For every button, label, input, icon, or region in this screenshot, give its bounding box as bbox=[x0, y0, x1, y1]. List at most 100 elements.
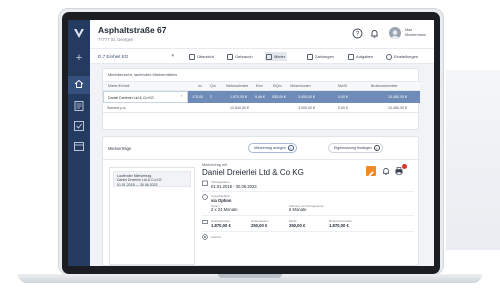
settings-icon bbox=[386, 53, 392, 60]
reminder-bell-icon[interactable] bbox=[381, 166, 391, 176]
column-header[interactable]: Bruttowarmmiete bbox=[371, 84, 397, 88]
pencil-icon bbox=[368, 171, 374, 177]
column-header[interactable]: Qm bbox=[210, 84, 216, 88]
page-header: Asphaltstraße 67 77777 St. Georgen ? Max… bbox=[90, 20, 434, 49]
add-icon[interactable]: + bbox=[73, 52, 85, 64]
deposit-label: Kaution bbox=[211, 235, 222, 239]
svg-text:?: ? bbox=[356, 32, 360, 38]
sidebar-item-home[interactable] bbox=[68, 76, 90, 94]
table-row-sum: Summe p.a. 12.840,00 € 3.000,00 € 0,00 €… bbox=[103, 103, 420, 113]
edit-button[interactable] bbox=[366, 166, 376, 177]
add-contract-button[interactable]: Mietvertrag anlegen + bbox=[248, 143, 297, 153]
per-qm-value: 935,00 € bbox=[272, 94, 286, 99]
gross-value: 1.870,00 € bbox=[329, 223, 349, 228]
unit-value: 170,00 bbox=[192, 94, 203, 99]
divider bbox=[202, 191, 414, 192]
rent-overview-title: Mietübersicht, laufendes Mietverhältnis bbox=[108, 72, 178, 77]
list-item[interactable]: Laufender Mietvertrag Daniel Dreierlei L… bbox=[113, 171, 191, 187]
contracts-card: Mietverträge Mietvertrag anlegen + Eigen… bbox=[102, 136, 420, 266]
table-header: Mieter/Einheit m² Qm Nettokaltmiete €/m²… bbox=[103, 81, 420, 91]
stage: + Asphaltstraße 67 77777 St. Georgen ? M… bbox=[0, 0, 500, 291]
user-avatar[interactable] bbox=[389, 27, 401, 39]
tab-tenants[interactable]: Mieter bbox=[265, 52, 288, 61]
column-header[interactable]: €/Qm bbox=[273, 84, 282, 88]
detail-label: Mietvertrag mit bbox=[202, 163, 228, 167]
tab-usage[interactable]: Gebrauch bbox=[226, 52, 255, 61]
background-window bbox=[446, 70, 500, 250]
tab-settings[interactable]: Einstellungen bbox=[385, 52, 420, 61]
user-avatar-icon bbox=[390, 30, 400, 39]
chevron-down-icon: ▾ bbox=[171, 53, 174, 59]
net-value: 1.870,00 € bbox=[211, 223, 231, 228]
tab-overview[interactable]: Übersicht bbox=[188, 52, 216, 61]
column-header[interactable]: Nebenkosten bbox=[290, 84, 311, 88]
column-header[interactable]: Mieter/Einheit bbox=[108, 84, 129, 88]
payment-value: 6 Monate bbox=[289, 207, 307, 212]
period-value: 01.01.2018 - 30.06.2023 bbox=[211, 184, 257, 189]
app-logo-icon[interactable] bbox=[73, 27, 85, 39]
net-rent-value: 1.870,00 € bbox=[230, 94, 247, 99]
property-address: 77777 St. Georgen bbox=[98, 37, 134, 42]
divider bbox=[103, 159, 420, 160]
checklist-icon[interactable] bbox=[73, 120, 85, 132]
contract-period: 01.01.2018 — 30.06.2023 bbox=[117, 182, 158, 187]
notification-bell-icon[interactable] bbox=[369, 28, 380, 39]
calendar-icon bbox=[202, 180, 208, 186]
gross-value: 10.480,00 € bbox=[388, 94, 407, 99]
chevron-right-icon: › bbox=[181, 94, 183, 98]
tab-tasks-label: Aufgaben bbox=[356, 54, 374, 59]
sum-label: Summe p.a. bbox=[107, 105, 127, 110]
divider bbox=[202, 215, 414, 216]
plus-icon: + bbox=[287, 145, 294, 151]
column-header[interactable]: m² bbox=[198, 84, 202, 88]
user-last-name: Mustermann bbox=[405, 33, 427, 37]
user-name[interactable]: Max Mustermann bbox=[405, 28, 433, 38]
payment-icon bbox=[307, 53, 313, 60]
detail-tenant-name: Daniel Dreierlei Ltd & Co KG bbox=[202, 168, 304, 177]
sum-gross: 10.480,00 € bbox=[388, 105, 407, 110]
calendar-icon[interactable] bbox=[73, 140, 85, 152]
sum-vat: 0,00 € bbox=[338, 105, 348, 110]
rent-overview-card: Mietübersicht, laufendes Mietverhältnis … bbox=[102, 68, 420, 130]
contract-detail: Mietvertrag mit Daniel Dreierlei Ltd & C… bbox=[199, 163, 420, 266]
laptop-notch bbox=[218, 274, 282, 278]
option-sub-value: 2 x 24 Monate bbox=[211, 207, 238, 212]
money-icon bbox=[202, 220, 208, 224]
tenant-icon bbox=[266, 53, 272, 60]
overview-icon bbox=[189, 53, 195, 60]
contracts-title: Mietverträge bbox=[108, 146, 132, 151]
help-icon[interactable]: ? bbox=[352, 28, 363, 39]
unit-select-value: D.7 Einheit EG bbox=[98, 54, 129, 59]
tab-usage-label: Gebrauch bbox=[235, 54, 253, 59]
ancillary-value: 3.000,00 € bbox=[298, 94, 315, 99]
ancillary-value: 250,00 € bbox=[251, 223, 268, 228]
home-icon bbox=[74, 79, 84, 88]
building-icon bbox=[227, 53, 233, 60]
option-icon bbox=[202, 194, 208, 200]
vat-value: 0,00 € bbox=[338, 94, 348, 99]
tab-overview-label: Übersicht bbox=[197, 54, 214, 59]
column-header[interactable]: MwSt bbox=[338, 84, 347, 88]
table-row-selected[interactable]: Daniel Dreierlei Ltd & Co KG › 170,00 2 … bbox=[103, 91, 420, 103]
sum-ancillary: 3.000,00 € bbox=[298, 105, 315, 110]
tab-payments[interactable]: Zahlungen bbox=[306, 52, 336, 61]
own-use-button[interactable]: Eigennutzung festlegen + bbox=[328, 143, 383, 153]
add-contract-label: Mietvertrag anlegen bbox=[254, 146, 286, 150]
tab-tasks[interactable]: Aufgaben bbox=[347, 52, 375, 61]
tenant-name: Daniel Dreierlei Ltd & Co KG bbox=[108, 95, 154, 100]
sidebar: + bbox=[68, 20, 90, 266]
option-value: via Option bbox=[211, 198, 232, 203]
unit-select[interactable]: D.7 Einheit EG ▾ bbox=[96, 51, 176, 62]
per-m2-value: 9,46 € bbox=[255, 94, 265, 99]
column-header[interactable]: €/m² bbox=[256, 84, 263, 88]
tab-settings-label: Einstellungen bbox=[394, 54, 419, 59]
tasks-icon bbox=[348, 53, 354, 60]
divider bbox=[202, 231, 414, 232]
documents-icon[interactable] bbox=[73, 100, 85, 112]
contract-list: Laufender Mietvertrag Daniel Dreierlei L… bbox=[109, 167, 195, 265]
values-cell: 170,00 2 1.870,00 € 9,46 € 935,00 € 3.00… bbox=[188, 91, 420, 103]
toolbar: D.7 Einheit EG ▾ Übersicht Gebrauch Miet… bbox=[90, 49, 434, 64]
tenant-cell: Daniel Dreierlei Ltd & Co KG › bbox=[103, 91, 188, 103]
tab-tenants-label: Mieter bbox=[274, 54, 286, 59]
column-header[interactable]: Nettokaltmiete bbox=[226, 84, 248, 88]
